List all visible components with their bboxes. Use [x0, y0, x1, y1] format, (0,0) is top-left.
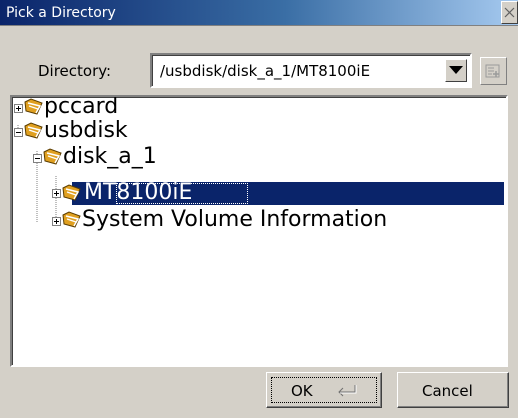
- tree-node-label: System Volume Information: [82, 207, 388, 232]
- new-folder-icon: [485, 64, 500, 78]
- directory-dropdown-button[interactable]: [445, 59, 467, 82]
- folder-icon: [24, 122, 43, 139]
- title-bar[interactable]: Pick a Directory: [0, 0, 518, 26]
- focus-outline: [271, 377, 377, 403]
- cancel-button[interactable]: Cancel: [397, 372, 509, 408]
- directory-label: Directory:: [38, 62, 112, 80]
- directory-combobox[interactable]: /usbdisk/disk_a_1/MT8100iE: [150, 53, 472, 88]
- tree-node-label: pccard: [44, 95, 119, 119]
- ok-button[interactable]: OK: [266, 372, 382, 408]
- focus-rectangle: [116, 183, 248, 204]
- tree-node-label: usbdisk: [44, 118, 128, 143]
- directory-tree[interactable]: pccard usbdisk disk_a_1 MT8100iE System …: [10, 95, 508, 367]
- collapse-icon[interactable]: [33, 154, 42, 163]
- cancel-button-label: Cancel: [422, 382, 473, 400]
- folder-icon: [62, 211, 81, 228]
- close-icon: [504, 7, 515, 18]
- new-folder-button[interactable]: [480, 57, 507, 85]
- pick-directory-dialog: Pick a Directory Directory: /usbdisk/dis…: [0, 0, 518, 418]
- window-title: Pick a Directory: [6, 5, 116, 21]
- chevron-down-icon: [449, 66, 463, 74]
- tree-node-label: disk_a_1: [63, 144, 157, 169]
- expand-icon[interactable]: [52, 189, 61, 198]
- expand-icon[interactable]: [52, 217, 61, 226]
- expand-icon[interactable]: [14, 104, 23, 113]
- folder-icon: [24, 98, 43, 115]
- ok-button-label: OK: [291, 382, 313, 400]
- folder-icon: [43, 148, 62, 165]
- directory-path[interactable]: /usbdisk/disk_a_1/MT8100iE: [160, 62, 370, 80]
- enter-key-icon: [338, 385, 357, 397]
- close-button[interactable]: [501, 1, 518, 24]
- collapse-icon[interactable]: [14, 128, 23, 137]
- folder-icon: [62, 184, 81, 201]
